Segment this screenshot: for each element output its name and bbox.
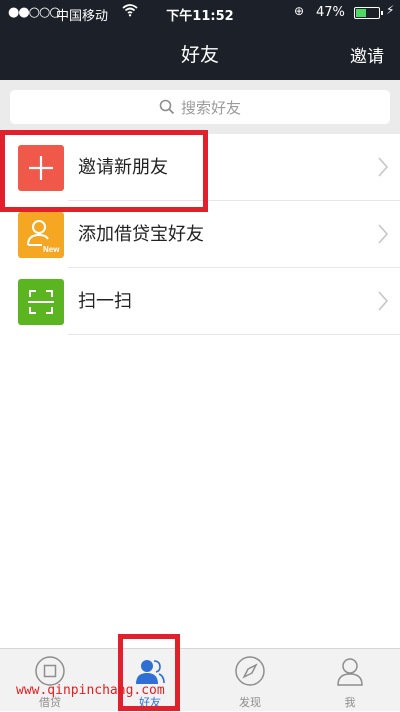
me-icon bbox=[337, 658, 363, 686]
tab-friends[interactable]: 好友 bbox=[100, 649, 200, 712]
status-bar: ●●○○○ 中国移动 下午11:52 ⊕ 47% ⚡ bbox=[0, 0, 400, 26]
battery-icon bbox=[354, 7, 383, 19]
chevron-right-icon bbox=[378, 157, 388, 177]
tab-loan[interactable]: 借贷 bbox=[0, 649, 100, 712]
menu-item-label: 添加借贷宝好友 bbox=[78, 224, 204, 245]
menu-item-add-friend[interactable]: New 添加借贷宝好友 bbox=[0, 201, 400, 268]
chevron-right-icon bbox=[378, 224, 388, 244]
page-title: 好友 bbox=[180, 44, 219, 66]
search-area: 搜索好友 bbox=[0, 80, 400, 134]
plus-icon bbox=[18, 145, 64, 191]
battery-tip bbox=[381, 11, 383, 15]
search-input[interactable]: 搜索好友 bbox=[10, 90, 390, 124]
battery-percent: 47% bbox=[316, 5, 345, 20]
new-badge: New bbox=[43, 245, 60, 254]
charging-icon: ⚡ bbox=[386, 3, 395, 17]
watermark-text: www.qinpinchang.com bbox=[16, 683, 165, 698]
battery-fill bbox=[356, 9, 366, 17]
tab-label: 我 bbox=[344, 696, 356, 709]
tab-discover[interactable]: 发现 bbox=[200, 649, 300, 712]
person-new-icon: New bbox=[18, 212, 64, 258]
menu-item-label: 扫一扫 bbox=[78, 291, 132, 312]
tab-label: 发现 bbox=[239, 696, 261, 709]
tab-me[interactable]: 我 bbox=[300, 649, 400, 712]
tab-bar: 借贷 好友 发现 我 bbox=[0, 648, 400, 711]
search-icon bbox=[159, 99, 175, 115]
scan-icon bbox=[18, 279, 64, 325]
menu-item-scan[interactable]: 扫一扫 bbox=[0, 268, 400, 335]
divider bbox=[68, 334, 400, 335]
rotation-lock-icon: ⊕ bbox=[294, 4, 305, 18]
chevron-right-icon bbox=[378, 291, 388, 311]
invite-button[interactable]: 邀请 bbox=[350, 42, 384, 67]
top-bar: ●●○○○ 中国移动 下午11:52 ⊕ 47% ⚡ 好友 邀请 bbox=[0, 0, 400, 80]
search-placeholder: 搜索好友 bbox=[180, 98, 241, 117]
menu-item-invite[interactable]: 邀请新朋友 bbox=[0, 134, 400, 201]
menu-item-label: 邀请新朋友 bbox=[78, 157, 168, 178]
compass-icon bbox=[235, 656, 265, 686]
